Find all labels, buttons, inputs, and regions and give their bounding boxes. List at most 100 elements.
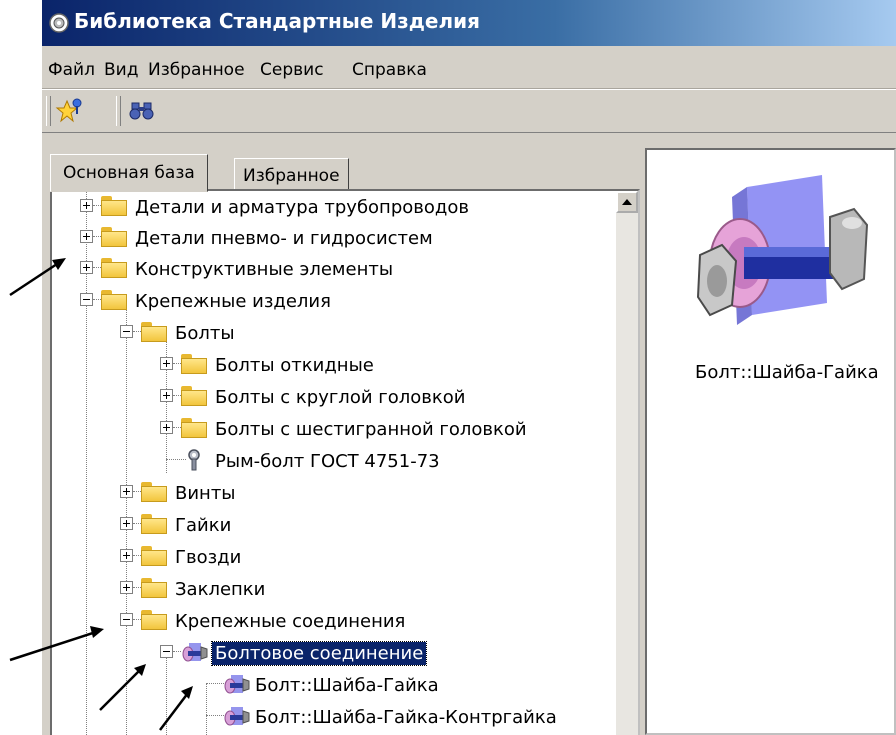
- bolt-preview-image: [696, 175, 869, 325]
- folder-icon: [101, 258, 127, 278]
- tree-item[interactable]: Болты с шестигранной головкой: [52, 413, 612, 445]
- binoculars-icon[interactable]: [126, 95, 158, 127]
- tree-line: [93, 299, 101, 300]
- tree-item-label: Болты откидные: [215, 355, 374, 376]
- tree-line: [206, 683, 226, 684]
- tree-item[interactable]: Винты: [52, 477, 612, 509]
- tab-main-base[interactable]: Основная база: [50, 154, 208, 192]
- folder-icon: [141, 546, 167, 566]
- tree-item-label: Гвозди: [175, 547, 242, 568]
- tree-item[interactable]: Болты с круглой головкой: [52, 381, 612, 413]
- menu-service[interactable]: Сервис: [260, 60, 324, 80]
- add-favorite-icon[interactable]: [54, 95, 86, 127]
- tree-line: [206, 715, 226, 716]
- tree-item-label: Крепежные изделия: [135, 291, 331, 312]
- tree-item[interactable]: Рым-болт ГОСТ 4751-73: [52, 445, 612, 477]
- menu-file[interactable]: Файл: [48, 60, 95, 80]
- menu-bar: Файл Вид Избранное Сервис Справка: [42, 46, 896, 89]
- tree-line: [133, 331, 141, 332]
- tree-item[interactable]: Конструктивные элементы: [52, 253, 612, 285]
- tree-item[interactable]: Болт::Шайба-Гайка: [52, 669, 612, 701]
- collapse-icon[interactable]: [160, 645, 173, 658]
- tree-item-label: Детали и арматура трубопроводов: [135, 197, 469, 218]
- expand-icon[interactable]: [80, 230, 93, 243]
- folder-icon: [181, 354, 207, 374]
- folder-icon: [101, 227, 127, 247]
- tree-item-label: Винты: [175, 483, 236, 504]
- tree-panel: Основная база Избранное Детали и арматур…: [42, 132, 640, 735]
- tree-item[interactable]: Болты: [52, 317, 612, 349]
- tree-line: [173, 395, 181, 396]
- tree-item-selected[interactable]: Болтовое соединение: [52, 637, 612, 669]
- tree-line: [133, 587, 141, 588]
- toolbar: [42, 89, 896, 133]
- expand-icon[interactable]: [80, 261, 93, 274]
- folder-icon: [101, 196, 127, 216]
- menu-view[interactable]: Вид: [104, 60, 138, 80]
- expand-icon[interactable]: [120, 485, 133, 498]
- tree-item[interactable]: Гайки: [52, 509, 612, 541]
- preview-panel: Болт::Шайба-Гайка: [645, 148, 896, 735]
- tree-item-label: Детали пневмо- и гидросистем: [135, 228, 433, 249]
- tree-item[interactable]: Крепежные соединения: [52, 605, 612, 637]
- tab-favorites[interactable]: Избранное: [234, 158, 349, 189]
- expand-icon[interactable]: [160, 421, 173, 434]
- expand-icon[interactable]: [120, 517, 133, 530]
- menu-help[interactable]: Справка: [352, 60, 427, 80]
- collapse-icon[interactable]: [120, 613, 133, 626]
- tree-item-label: Конструктивные элементы: [135, 259, 394, 280]
- tree-line: [133, 523, 141, 524]
- tree-item-label: Болтовое соединение: [210, 641, 428, 666]
- toolbar-separator: [116, 96, 121, 126]
- folder-icon: [141, 578, 167, 598]
- library-window: Библиотека Стандартные Изделия Файл Вид …: [42, 0, 896, 735]
- gear-icon: [49, 13, 69, 33]
- tree-line: [93, 267, 101, 268]
- tree-item[interactable]: Заклепки: [52, 573, 612, 605]
- preview-caption: Болт::Шайба-Гайка: [695, 362, 879, 383]
- tree-item[interactable]: Детали и арматура трубопроводов: [52, 191, 612, 223]
- tree-item[interactable]: Гвозди: [52, 541, 612, 573]
- tree-item-label: Болт::Шайба-Гайка: [255, 675, 439, 696]
- folder-icon: [141, 514, 167, 534]
- expand-icon[interactable]: [120, 581, 133, 594]
- tree-line: [166, 459, 186, 460]
- folder-icon: [141, 482, 167, 502]
- menu-favorites[interactable]: Избранное: [148, 60, 245, 80]
- tree-line: [173, 427, 181, 428]
- folder-icon: [181, 386, 207, 406]
- bolt-assembly-icon: [224, 707, 250, 726]
- bolt-assembly-icon: [224, 675, 250, 694]
- eyebolt-icon: [188, 449, 200, 471]
- tree-item-label: Болты с шестигранной головкой: [215, 419, 527, 440]
- tree-item-label: Болт::Шайба-Гайка-Контргайка: [255, 707, 557, 728]
- bolt-assembly-icon: [182, 643, 208, 662]
- tree-item-label: Гайки: [175, 515, 232, 536]
- tree-item-label: Болты: [175, 323, 235, 344]
- tree-item[interactable]: Болты откидные: [52, 349, 612, 381]
- collapse-icon[interactable]: [120, 325, 133, 338]
- tree-item-label: Заклепки: [175, 579, 266, 600]
- tree-item-label: Рым-болт ГОСТ 4751-73: [215, 451, 440, 472]
- tree-line: [173, 363, 181, 364]
- catalog-tree[interactable]: Детали и арматура трубопроводов Детали п…: [50, 189, 640, 735]
- tree-item[interactable]: Болт::Шайба-Гайка-Контргайка: [52, 701, 612, 733]
- expand-icon[interactable]: [160, 357, 173, 370]
- tree-line: [133, 491, 141, 492]
- toolbar-grip[interactable]: [46, 96, 51, 126]
- title-bar[interactable]: Библиотека Стандартные Изделия: [42, 0, 896, 46]
- tree-item[interactable]: Крепежные изделия: [52, 285, 612, 317]
- vertical-scrollbar[interactable]: [616, 191, 638, 735]
- expand-icon[interactable]: [160, 389, 173, 402]
- folder-icon: [101, 290, 127, 310]
- scroll-up-button[interactable]: [616, 191, 638, 213]
- tree-line: [133, 619, 141, 620]
- expand-icon[interactable]: [80, 199, 93, 212]
- window-title: Библиотека Стандартные Изделия: [74, 9, 480, 33]
- expand-icon[interactable]: [120, 549, 133, 562]
- folder-icon: [141, 610, 167, 630]
- tree-line: [173, 651, 181, 652]
- collapse-icon[interactable]: [80, 293, 93, 306]
- tree-item[interactable]: Детали пневмо- и гидросистем: [52, 222, 612, 254]
- tree-line: [93, 205, 101, 206]
